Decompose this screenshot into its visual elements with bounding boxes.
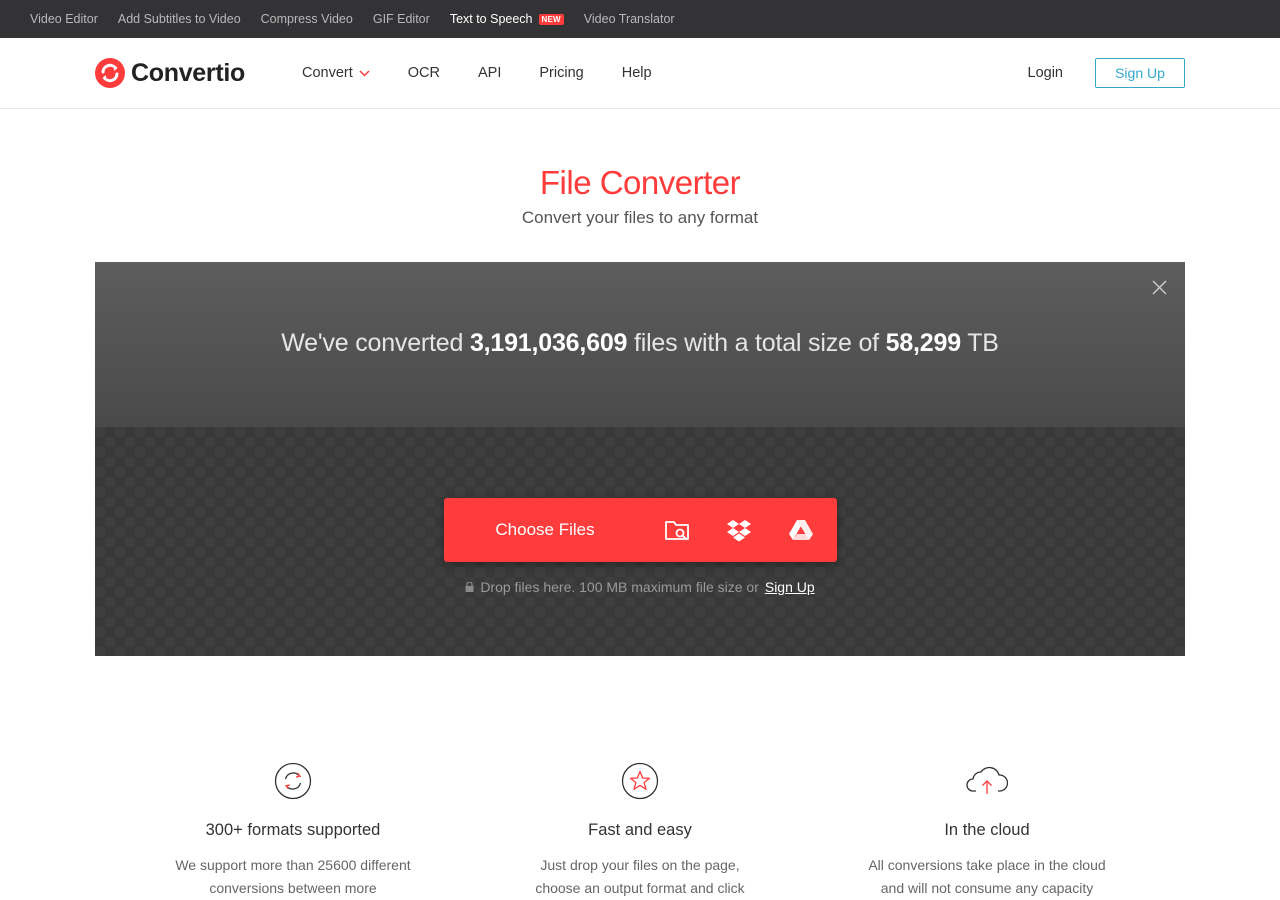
header-actions: Login Sign Up <box>1028 58 1185 88</box>
new-badge: NEW <box>538 13 564 25</box>
cloud-upload-icon <box>966 766 1009 794</box>
logo[interactable]: Convertio <box>95 58 302 88</box>
login-link[interactable]: Login <box>1028 65 1063 81</box>
google-drive-icon <box>789 520 813 540</box>
feature-fast-text: Just drop your files on the page, choose… <box>535 857 745 896</box>
nav-api[interactable]: API <box>478 65 501 81</box>
brand-name: Convertio <box>131 58 245 87</box>
from-computer-button[interactable] <box>646 498 708 562</box>
feature-cloud-text: All conversions take place in the cloud … <box>868 857 1106 896</box>
stats-prefix: We've converted <box>281 328 470 357</box>
feature-formats-title: 300+ formats supported <box>205 821 381 839</box>
refresh-icon <box>274 762 312 800</box>
feature-fast: Fast and easy Just drop your files on th… <box>467 762 813 900</box>
signup-button[interactable]: Sign Up <box>1095 58 1185 88</box>
total-size: 58,299 <box>885 328 961 357</box>
lock-icon <box>465 582 474 592</box>
choose-files-button[interactable]: Choose Files <box>444 520 646 540</box>
converter-box: We've converted 3,191,036,609 files with… <box>95 262 1185 656</box>
feature-fast-title: Fast and easy <box>588 821 692 839</box>
folder-search-icon <box>665 521 689 540</box>
nav-ocr[interactable]: OCR <box>408 65 440 81</box>
topbar-link-compress-video[interactable]: Compress Video <box>261 12 353 26</box>
page-subtitle: Convert your files to any format <box>521 208 759 227</box>
main-nav: Convert OCR API Pricing Help <box>302 65 652 81</box>
topbar-link-video-translator[interactable]: Video Translator <box>584 12 675 26</box>
feature-cloud: In the cloud All conversions take place … <box>814 762 1160 900</box>
topbar-link-gif-editor[interactable]: GIF Editor <box>373 12 430 26</box>
features: 300+ formats supported We support more t… <box>120 762 1160 900</box>
from-dropbox-button[interactable] <box>708 498 770 562</box>
hero: File Converter Convert your files to any… <box>0 109 1280 228</box>
drop-zone[interactable]: Choose Files Drop files here. 100 MB max… <box>95 427 1185 656</box>
upload-hint: Drop files here. 100 MB maximum file siz… <box>95 579 1185 595</box>
nav-pricing[interactable]: Pricing <box>539 65 583 81</box>
upload-hint-text: Drop files here. 100 MB maximum file siz… <box>480 579 759 595</box>
dropbox-icon <box>727 520 751 542</box>
convertio-logo-icon <box>95 58 125 88</box>
feature-cloud-title: In the cloud <box>944 821 1030 839</box>
topbar-link-label: Text to Speech <box>449 12 533 26</box>
main-header: Convertio Convert OCR API Pricing Help L… <box>0 38 1280 109</box>
choose-files-bar: Choose Files <box>444 498 837 562</box>
chevron-down-icon <box>359 69 370 77</box>
feature-formats: 300+ formats supported We support more t… <box>120 762 466 900</box>
page-title: File Converter <box>539 164 741 201</box>
feature-formats-text: We support more than 25600 different con… <box>175 857 411 896</box>
top-bar: Video Editor Add Subtitles to Video Comp… <box>0 0 1280 38</box>
star-icon <box>621 762 659 800</box>
files-count: 3,191,036,609 <box>469 328 628 357</box>
upload-hint-signup-link[interactable]: Sign Up <box>765 579 815 595</box>
nav-convert[interactable]: Convert <box>302 65 370 81</box>
size-unit: TB <box>960 328 999 357</box>
stats-text: We've converted 3,191,036,609 files with… <box>281 329 999 358</box>
topbar-link-video-editor[interactable]: Video Editor <box>30 12 98 26</box>
nav-help[interactable]: Help <box>622 65 652 81</box>
stats-middle: files with a total size of <box>627 328 886 357</box>
topbar-link-text-to-speech[interactable]: Text to Speech NEW <box>450 12 564 26</box>
close-icon[interactable] <box>1152 280 1167 295</box>
from-google-drive-button[interactable] <box>770 498 832 562</box>
stats-banner: We've converted 3,191,036,609 files with… <box>95 262 1185 427</box>
topbar-link-add-subtitles[interactable]: Add Subtitles to Video <box>118 12 241 26</box>
nav-convert-label: Convert <box>302 65 353 81</box>
